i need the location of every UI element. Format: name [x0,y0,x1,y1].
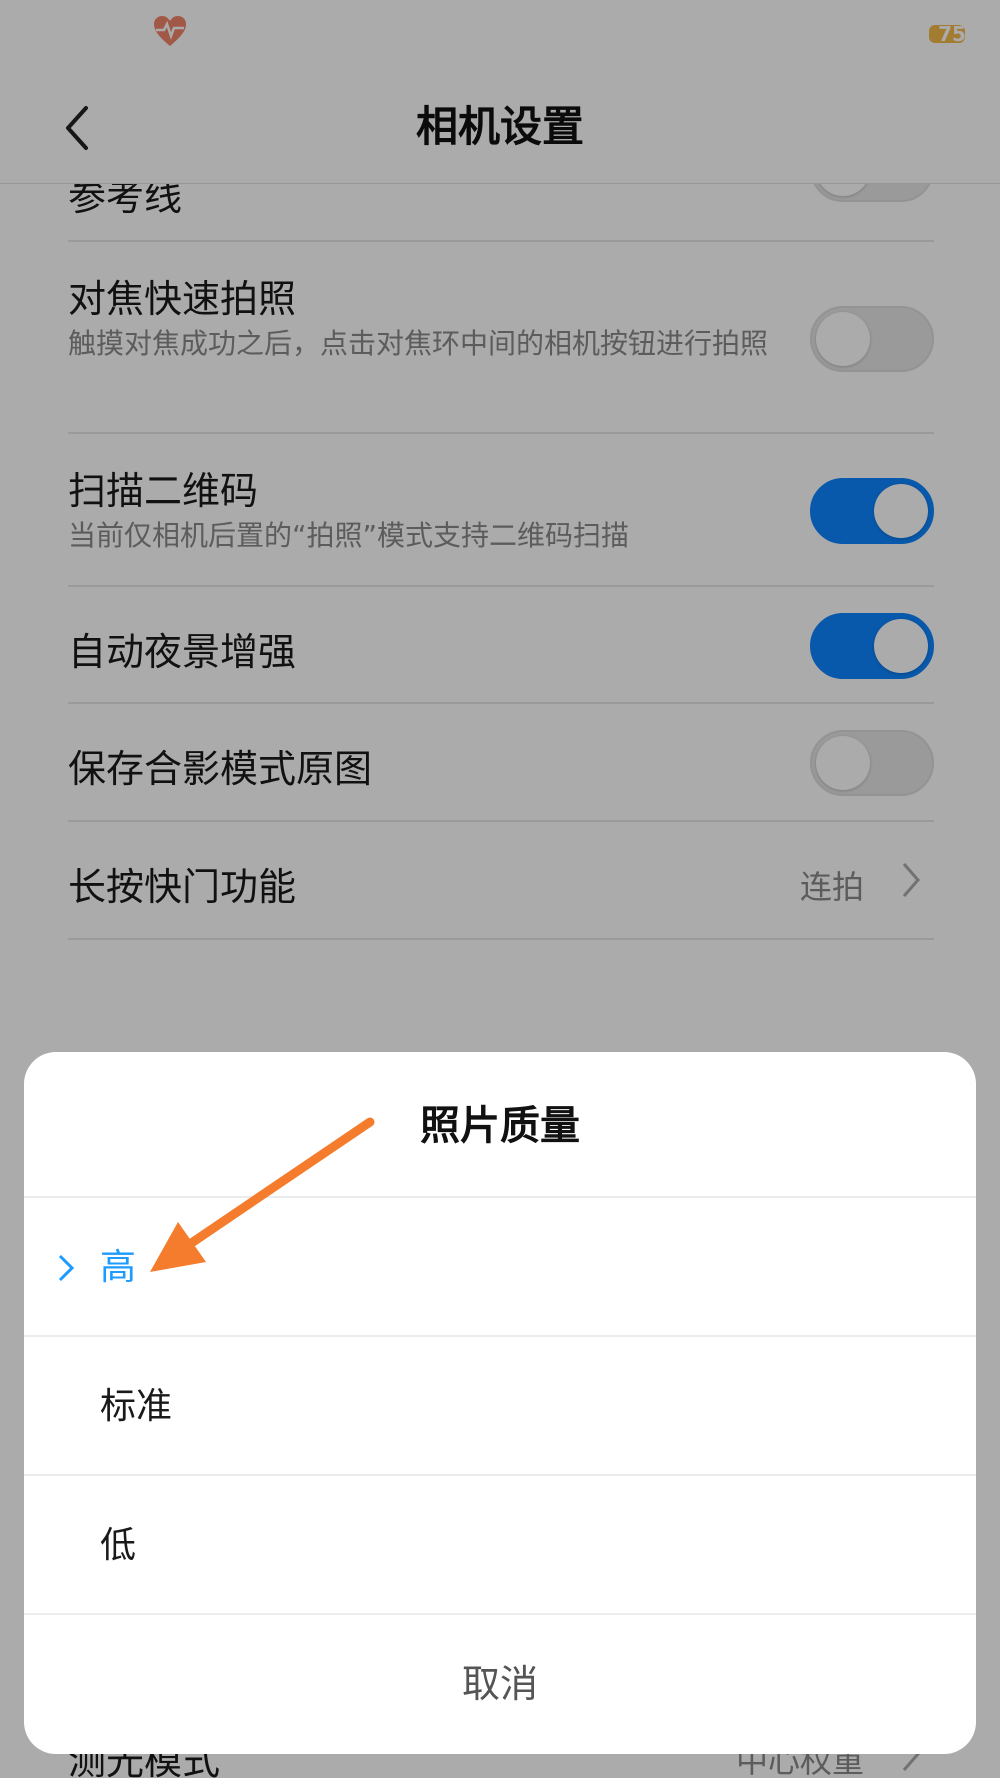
option-high[interactable]: 高 [24,1196,976,1335]
option-label: 低 [100,1525,137,1566]
selected-chevron-icon [58,1254,75,1282]
watermark-url: jingyan.baidu.com [768,1724,953,1748]
option-label: 高 [100,1247,137,1288]
option-label: 标准 [100,1386,173,1427]
option-standard[interactable]: 标准 [24,1335,976,1474]
dialog-title: 照片质量 [420,1103,580,1149]
option-low[interactable]: 低 [24,1474,976,1613]
photo-quality-dialog: 照片质量 高 标准 低 取消 [24,1052,976,1754]
watermark-text: Baidu经验 [762,1680,978,1726]
watermark-logo: Baidu经验 jingyan.baidu.com [762,1660,988,1766]
